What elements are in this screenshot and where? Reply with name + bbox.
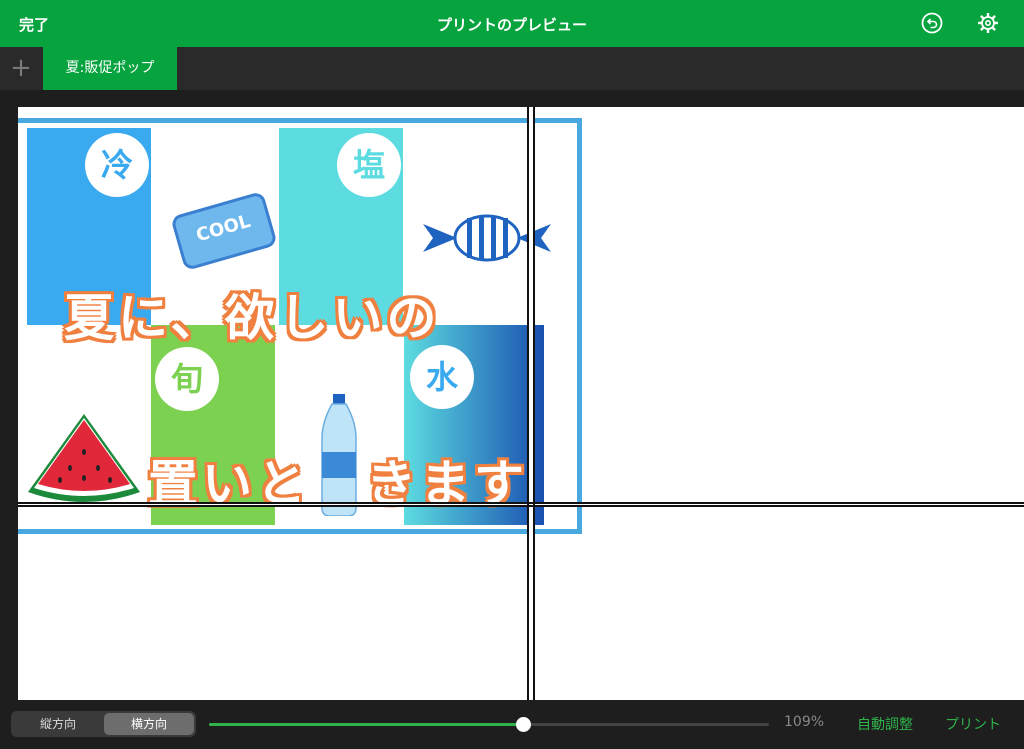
- page-edge-bottom: [18, 505, 1024, 507]
- orientation-segmented-control: 縦方向 横方向: [11, 711, 196, 737]
- page-edge-top: [18, 502, 1024, 504]
- watermelon-icon: [28, 414, 140, 502]
- print-button[interactable]: プリント: [945, 714, 1001, 734]
- landscape-button[interactable]: 横方向: [104, 713, 194, 735]
- cold-label: 冷: [85, 133, 149, 197]
- portrait-button[interactable]: 縦方向: [13, 713, 103, 735]
- zoom-slider-thumb[interactable]: [516, 717, 531, 732]
- zoom-level: 109%: [784, 714, 825, 730]
- page-edge-left: [527, 107, 529, 700]
- salt-label: 塩: [337, 133, 401, 197]
- auto-fit-button[interactable]: 自動調整: [857, 714, 913, 734]
- season-label: 旬: [155, 347, 219, 411]
- water-bottle-icon: [321, 394, 357, 516]
- zoom-slider[interactable]: [209, 717, 769, 732]
- poster-content: 冷 塩 旬 水 COOL 夏に、欲しいの 置いと きます: [0, 0, 1024, 749]
- water-label: 水: [410, 345, 474, 409]
- page-edge-right: [533, 107, 535, 700]
- headline-line-1: 夏に、欲しいの: [64, 289, 441, 347]
- zoom-slider-fill: [209, 723, 523, 726]
